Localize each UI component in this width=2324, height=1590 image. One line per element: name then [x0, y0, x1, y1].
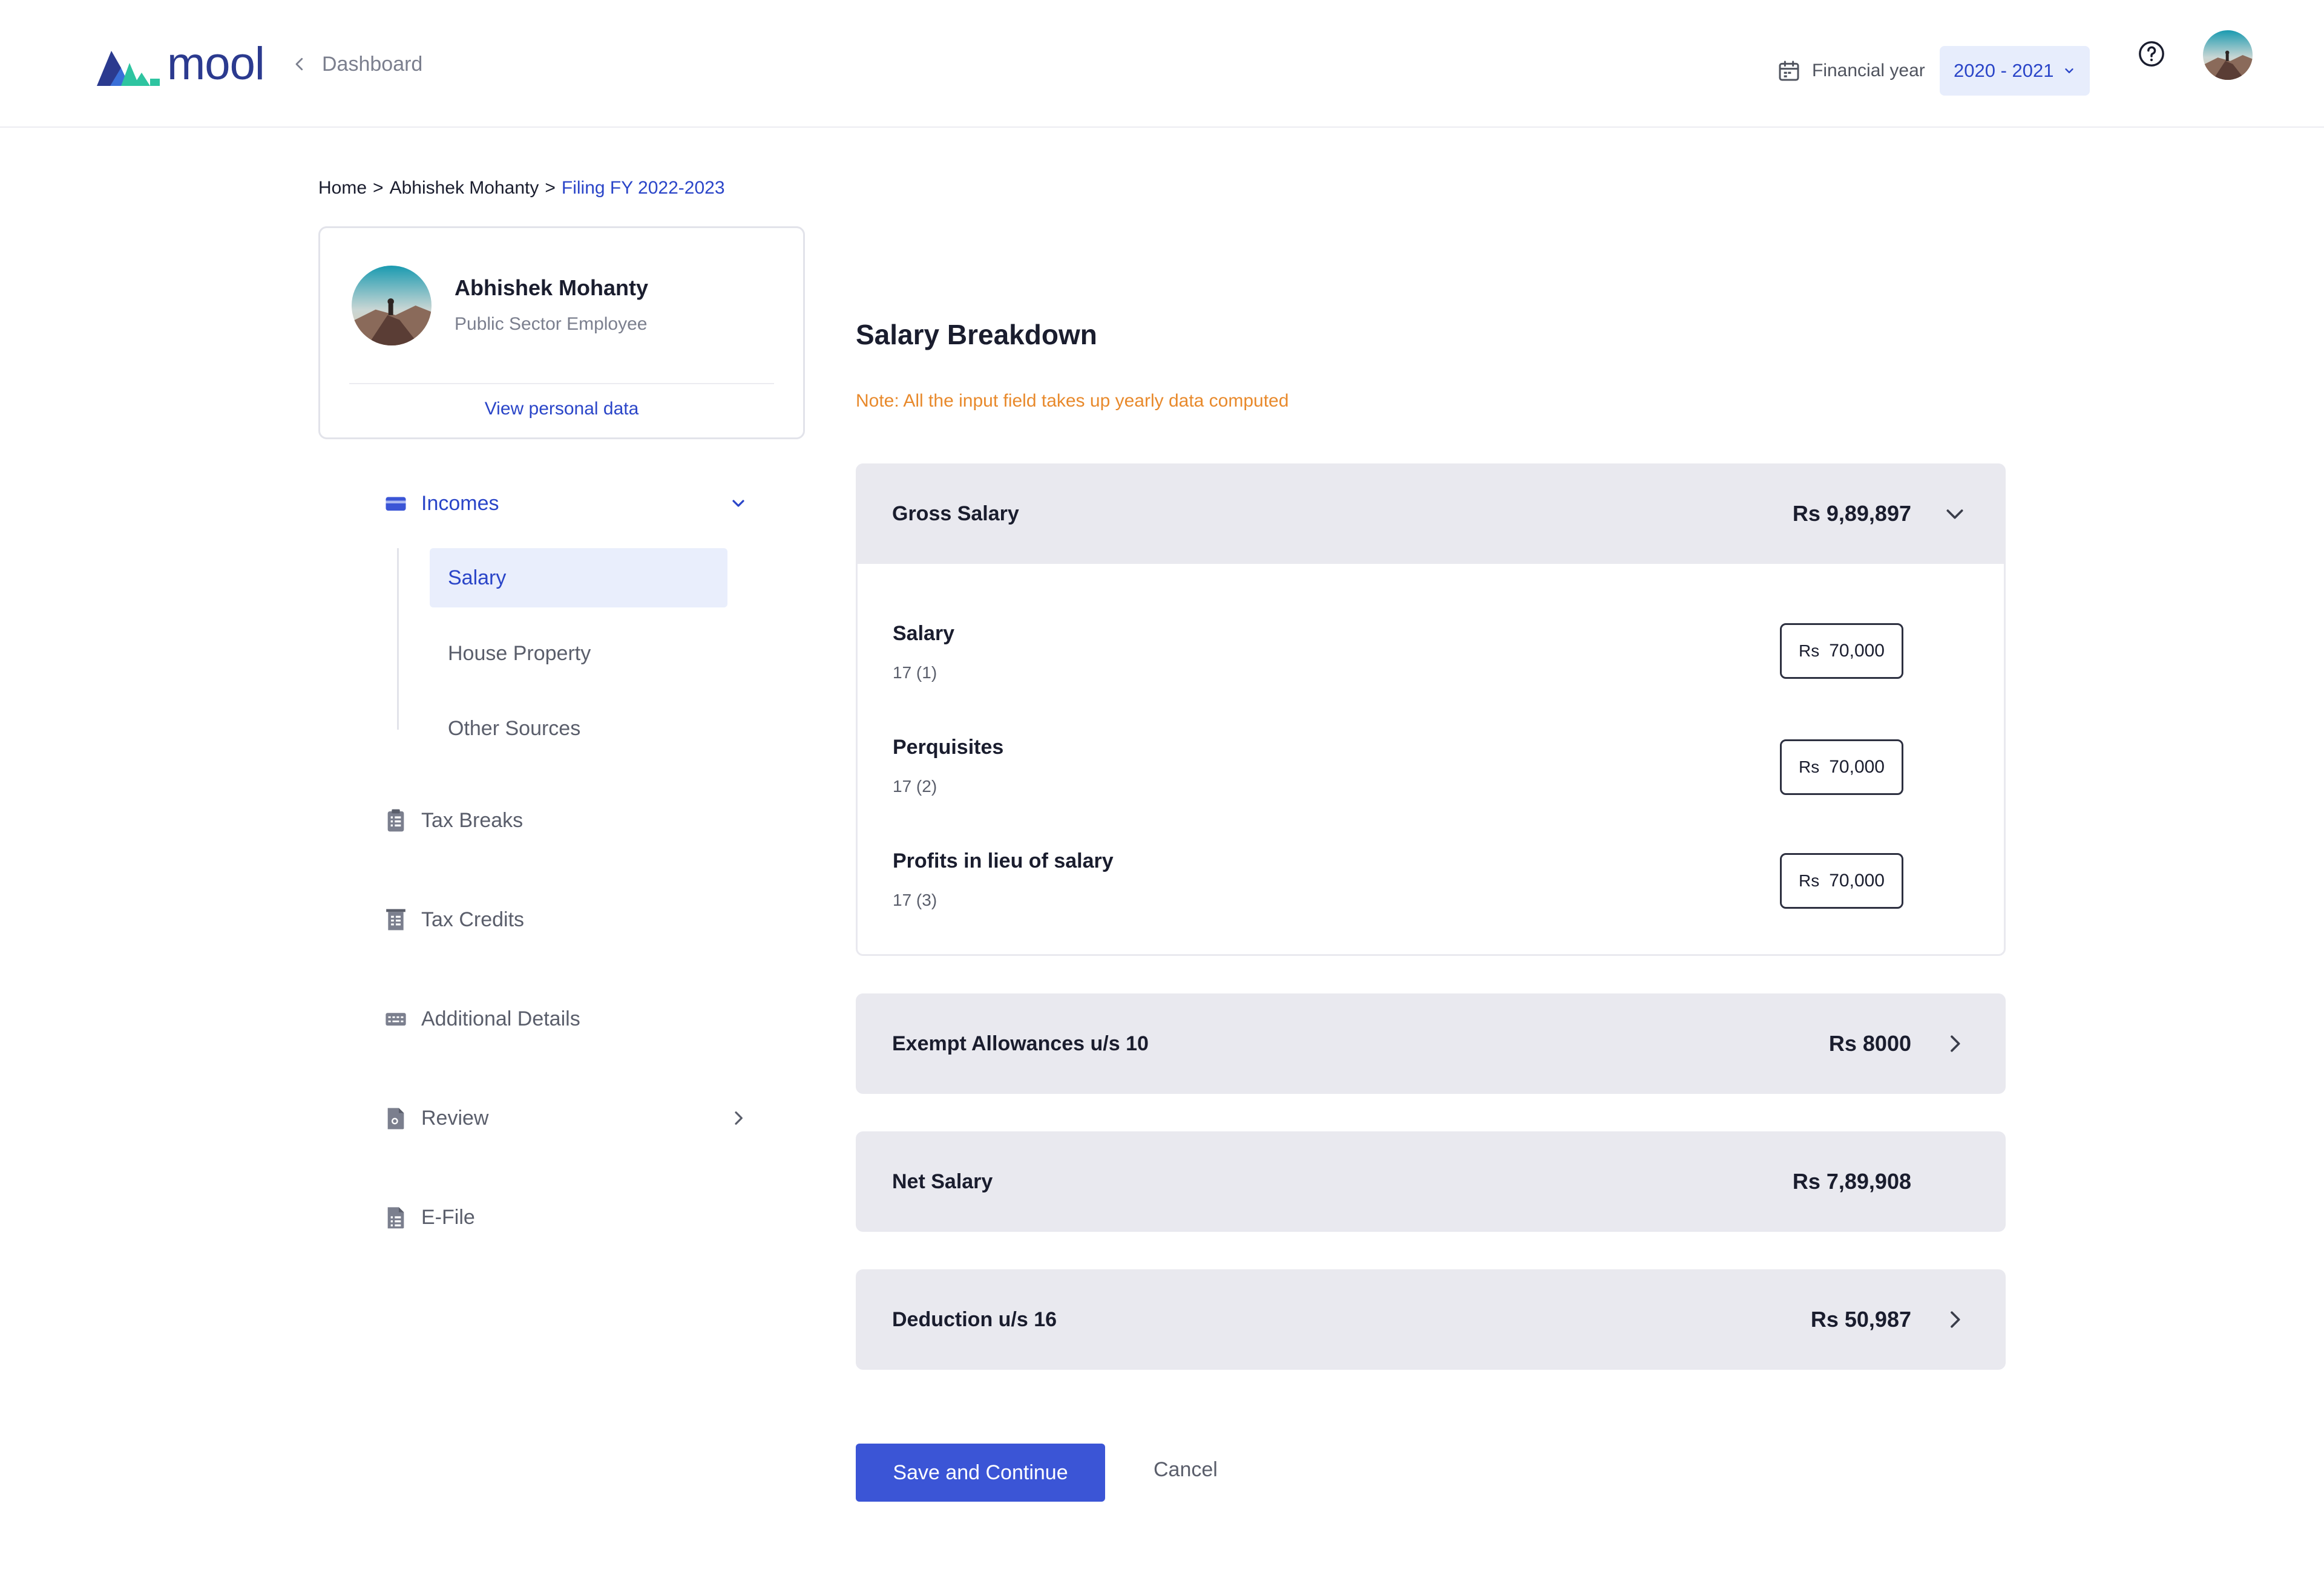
chevron-right-icon: [1940, 1305, 1969, 1334]
profile-role: Public Sector Employee: [455, 314, 648, 334]
profile-avatar: [352, 266, 432, 345]
chevron-right-icon: [1940, 1029, 1969, 1058]
view-personal-data-link[interactable]: View personal data: [320, 399, 803, 419]
info-note: Note: All the input field takes up yearl…: [856, 391, 1289, 411]
user-avatar-image: [2203, 30, 2253, 80]
currency-label: Rs: [1799, 757, 1820, 776]
profits-amount-value: 70,000: [1829, 871, 1885, 891]
back-to-dashboard-link[interactable]: Dashboard: [290, 50, 422, 79]
calendar-icon: [1779, 61, 1799, 81]
document-search-icon: [385, 1106, 407, 1130]
breadcrumb-current[interactable]: Filing FY 2022-2023: [562, 178, 725, 198]
salary-amount-input[interactable]: Rs 70,000: [1780, 623, 1903, 679]
breadcrumb-separator: >: [373, 178, 384, 198]
profits-row-section: 17 (3): [893, 891, 937, 909]
nav-tax-breaks[interactable]: Tax Breaks: [385, 805, 523, 836]
financial-year-label: Financial year: [1812, 61, 1925, 80]
profile-card: Abhishek Mohanty Public Sector Employee …: [318, 226, 805, 439]
profits-row-label: Profits in lieu of salary: [893, 849, 1114, 872]
net-salary-label: Net Salary: [892, 1170, 993, 1193]
chevron-right-icon: [735, 1111, 743, 1125]
nav-sub-other-sources[interactable]: Other Sources: [430, 699, 727, 758]
back-link-label: Dashboard: [322, 52, 423, 76]
logo-text: mool: [167, 38, 265, 90]
exempt-allowances-header[interactable]: Exempt Allowances u/s 10 Rs 8000: [856, 993, 2006, 1094]
nav-incomes-label: Incomes: [421, 491, 499, 515]
gross-salary-amount: Rs 9,89,897: [1792, 501, 1911, 526]
exempt-allowances-amount: Rs 8000: [1828, 1031, 1911, 1056]
financial-year-value: 2020 - 2021: [1954, 60, 2054, 81]
breadcrumb: Home > Abhishek Mohanty > Filing FY 2022…: [318, 178, 725, 198]
save-and-continue-button[interactable]: Save and Continue: [856, 1444, 1105, 1502]
chevron-left-icon: [295, 57, 303, 71]
nav-tax-credits[interactable]: Tax Credits: [385, 905, 524, 935]
profile-name: Abhishek Mohanty: [455, 275, 649, 300]
keyboard-icon: [385, 1007, 407, 1031]
nav-sub-house-property[interactable]: House Property: [430, 624, 727, 683]
clipboard-list-icon: [385, 808, 407, 833]
exempt-allowances-label: Exempt Allowances u/s 10: [892, 1032, 1149, 1055]
file-list-icon: [385, 1205, 407, 1229]
mool-logo[interactable]: mool: [97, 38, 265, 90]
perquisites-row-section: 17 (2): [893, 777, 937, 796]
profile-avatar-image: [352, 266, 432, 345]
chevron-down-icon: [2064, 68, 2073, 73]
perquisites-amount-value: 70,000: [1829, 757, 1885, 777]
profits-amount-input[interactable]: Rs 70,000: [1780, 853, 1903, 909]
deduction-amount: Rs 50,987: [1810, 1307, 1911, 1332]
page-title: Salary Breakdown: [856, 319, 1097, 350]
perquisites-amount-input[interactable]: Rs 70,000: [1780, 739, 1903, 795]
nav-review[interactable]: Review: [385, 1103, 748, 1133]
chevron-down-icon: [1940, 499, 1969, 528]
empty-slot: [1940, 1167, 1969, 1196]
breadcrumb-separator: >: [545, 178, 556, 198]
currency-label: Rs: [1799, 871, 1820, 890]
gross-salary-body: Salary 17 (1) Rs 70,000 Perquisites 17 (…: [856, 564, 2006, 956]
salary-amount-value: 70,000: [1829, 641, 1885, 661]
mool-logo-icon: [97, 51, 160, 86]
net-salary-amount: Rs 7,89,908: [1792, 1169, 1911, 1194]
user-avatar[interactable]: [2203, 30, 2253, 80]
salary-row-label: Salary: [893, 622, 955, 645]
chevron-down-icon: [732, 500, 744, 507]
nav-additional-details-label: Additional Details: [421, 1007, 580, 1030]
financial-year-selector: Financial year 2020 - 2021: [1777, 46, 2090, 96]
profile-divider: [349, 383, 774, 384]
nav-tax-breaks-label: Tax Breaks: [421, 808, 524, 832]
receipt-icon: [385, 908, 407, 932]
net-salary-header: Net Salary Rs 7,89,908: [856, 1131, 2006, 1232]
wallet-icon: [385, 491, 407, 515]
gross-salary-header[interactable]: Gross Salary Rs 9,89,897: [856, 463, 2006, 564]
deduction-label: Deduction u/s 16: [892, 1307, 1057, 1331]
nav-review-label: Review: [421, 1106, 489, 1130]
cancel-button[interactable]: Cancel: [1154, 1458, 1218, 1482]
top-header: mool Dashboard Financial year 2020 - 202…: [0, 0, 2324, 128]
nav-additional-details[interactable]: Additional Details: [385, 1004, 580, 1034]
nav-efile[interactable]: E-File: [385, 1202, 475, 1232]
financial-year-dropdown[interactable]: 2020 - 2021: [1939, 46, 2090, 96]
breadcrumb-person[interactable]: Abhishek Mohanty: [390, 178, 539, 198]
deduction-header[interactable]: Deduction u/s 16 Rs 50,987: [856, 1269, 2006, 1370]
perquisites-row-label: Perquisites: [893, 736, 1004, 759]
nav-tax-credits-label: Tax Credits: [421, 908, 525, 931]
currency-label: Rs: [1799, 641, 1820, 660]
nav-sub-salary[interactable]: Salary: [430, 548, 727, 607]
salary-row-section: 17 (1): [893, 663, 937, 682]
gross-salary-label: Gross Salary: [892, 502, 1019, 525]
nav-efile-label: E-File: [421, 1205, 475, 1229]
help-icon[interactable]: [2138, 40, 2165, 68]
breadcrumb-home[interactable]: Home: [318, 178, 367, 198]
submenu-guide-line: [397, 548, 399, 730]
nav-incomes[interactable]: Incomes: [385, 488, 748, 519]
